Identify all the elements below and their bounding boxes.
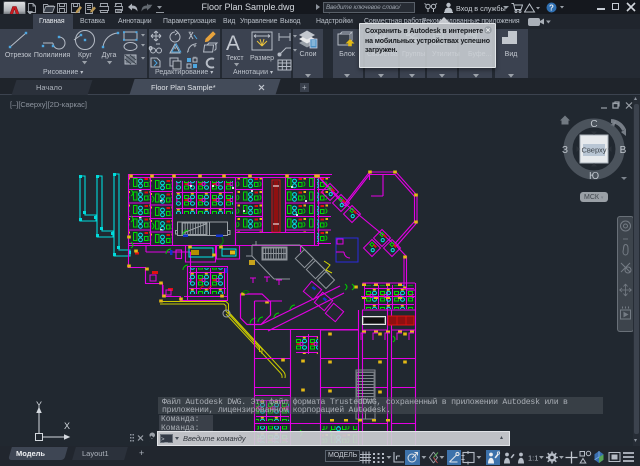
svg-text:Сверху: Сверху (581, 146, 606, 155)
svg-text:З: З (562, 145, 568, 156)
svg-text:Слои: Слои (299, 51, 316, 58)
svg-text:В: В (620, 145, 627, 156)
svg-text:Y: Y (36, 400, 42, 410)
svg-text:A: A (226, 32, 240, 55)
svg-text:1:1: 1:1 (528, 454, 538, 463)
svg-text:Размер: Размер (250, 55, 274, 62)
svg-text:С: С (590, 119, 597, 130)
svg-text:Отрезок: Отрезок (5, 52, 32, 59)
svg-text:Круг: Круг (78, 52, 92, 59)
svg-text:Вид: Вид (505, 51, 518, 58)
svg-text:Блок: Блок (339, 51, 356, 58)
svg-text:Дуга: Дуга (102, 52, 117, 59)
svg-text:Ю: Ю (589, 171, 599, 182)
svg-text:Текст: Текст (226, 55, 244, 62)
svg-text:X: X (64, 421, 70, 431)
svg-text:?: ? (549, 3, 554, 12)
svg-text:Полилиния: Полилиния (34, 52, 71, 59)
